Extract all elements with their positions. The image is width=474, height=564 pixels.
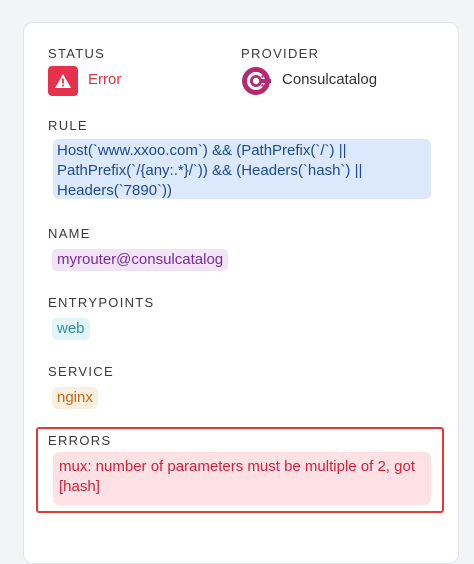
error-message: mux: number of parameters must be multip…	[53, 452, 431, 505]
provider-value: Consulcatalog	[282, 71, 378, 88]
consul-icon	[241, 66, 271, 96]
provider-label: PROVIDER	[241, 46, 320, 61]
status-value: Error	[88, 71, 122, 88]
entrypoint-badge: web	[52, 318, 90, 340]
status-label: STATUS	[48, 46, 106, 61]
errors-label: ERRORS	[48, 433, 112, 448]
service-badge: nginx	[52, 387, 98, 409]
rule-value: Host(`www.xxoo.com`) && (PathPrefix(`/`)…	[53, 139, 431, 199]
warning-triangle-icon	[48, 66, 78, 96]
service-label: SERVICE	[48, 364, 114, 379]
rule-label: RULE	[48, 118, 88, 133]
entrypoints-label: ENTRYPOINTS	[48, 295, 155, 310]
router-name-badge: myrouter@consulcatalog	[52, 249, 229, 271]
name-label: NAME	[48, 226, 91, 241]
router-detail-card: STATUS Error PROVIDER Consulcatalog RULE…	[23, 22, 459, 564]
